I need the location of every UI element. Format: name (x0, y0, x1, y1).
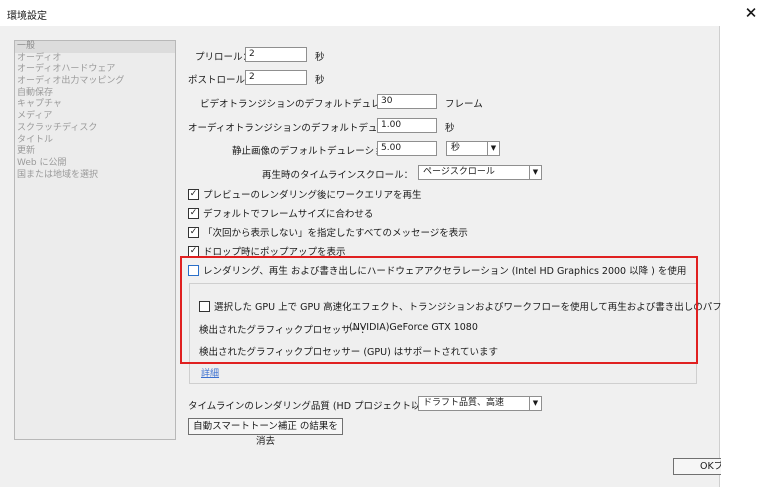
details-link[interactable]: 詳細 (201, 366, 219, 379)
sidebar-item-audio[interactable]: オーディオ (15, 53, 175, 65)
sidebar-item-general[interactable]: 一般 (15, 41, 175, 53)
preferences-dialog: 環境設定 ✕ 一般 オーディオ オーディオハードウェア オーディオ出力マッピング… (0, 0, 764, 487)
ok-button-label: OK (700, 461, 714, 472)
checkbox[interactable]: ✓ (188, 189, 199, 200)
timeline-scroll-select[interactable]: ページスクロール ▼ (418, 165, 542, 180)
check-play-work-area[interactable]: ✓ プレビューのレンダリング後にワークエリアを再生 (188, 187, 422, 201)
still-image-input[interactable]: 5.00 (377, 141, 437, 156)
sidebar-item-updates[interactable]: 更新 (15, 146, 175, 158)
still-image-unit-value: 秒 (451, 143, 461, 153)
sidebar-item-scratch-disks[interactable]: スクラッチディスク (15, 123, 175, 135)
timeline-scroll-label: 再生時のタイムラインスクロール： (262, 170, 414, 181)
sidebar-item-audio-hardware[interactable]: オーディオハードウェア (15, 64, 175, 76)
preroll-input[interactable]: 2 (245, 47, 307, 62)
sidebar-item-media[interactable]: メディア (15, 111, 175, 123)
render-quality-select[interactable]: ドラフト品質、高速 ▼ (418, 396, 542, 411)
postroll-input[interactable]: 2 (245, 70, 307, 85)
still-image-unit-select[interactable]: 秒 ▼ (446, 141, 500, 156)
check-fit-frame-size[interactable]: ✓ デフォルトでフレームサイズに合わせる (188, 206, 373, 220)
preroll-label: プリロール： (195, 52, 253, 63)
sidebar-item-audio-output-mapping[interactable]: オーディオ出力マッピング (15, 76, 175, 88)
audio-transition-input[interactable]: 1.00 (377, 118, 437, 133)
postroll-unit: 秒 (315, 75, 325, 86)
window-title: 環境設定 (7, 11, 47, 22)
check-label: プレビューのレンダリング後にワークエリアを再生 (203, 190, 422, 201)
preroll-unit: 秒 (315, 52, 325, 63)
render-quality-value: ドラフト品質、高速 (423, 398, 505, 408)
sidebar-item-autosave[interactable]: 自動保存 (15, 88, 175, 100)
sidebar-item-web-publish[interactable]: Web に公開 (15, 158, 175, 170)
check-label: デフォルトでフレームサイズに合わせる (203, 209, 374, 220)
checkbox[interactable]: ✓ (188, 208, 199, 219)
video-transition-input[interactable]: 30 (377, 94, 437, 109)
highlight-box (180, 256, 698, 364)
background-strip (721, 26, 764, 487)
title-bar: 環境設定 ✕ (0, 0, 764, 26)
check-label: 「次回から表示しない」を指定したすべてのメッセージを表示 (203, 228, 468, 239)
check-show-all-messages[interactable]: ✓ 「次回から表示しない」を指定したすべてのメッセージを表示 (188, 225, 468, 239)
video-transition-unit: フレーム (445, 99, 483, 110)
sidebar-item-country[interactable]: 国または地域を選択 (15, 170, 175, 182)
sidebar-item-titles[interactable]: タイトル (15, 135, 175, 147)
chevron-down-icon: ▼ (487, 142, 499, 155)
timeline-scroll-value: ページスクロール (423, 167, 495, 177)
chevron-down-icon: ▼ (529, 397, 541, 410)
category-list: 一般 オーディオ オーディオハードウェア オーディオ出力マッピング 自動保存 キ… (14, 40, 176, 440)
sidebar-item-capture[interactable]: キャプチャ (15, 99, 175, 111)
clear-smart-tone-button[interactable]: 自動スマートトーン補正 の結果を消去 (188, 418, 343, 447)
chevron-down-icon: ▼ (529, 166, 541, 179)
checkbox[interactable]: ✓ (188, 227, 199, 238)
close-button[interactable]: ✕ (740, 3, 762, 23)
audio-transition-unit: 秒 (445, 123, 455, 134)
